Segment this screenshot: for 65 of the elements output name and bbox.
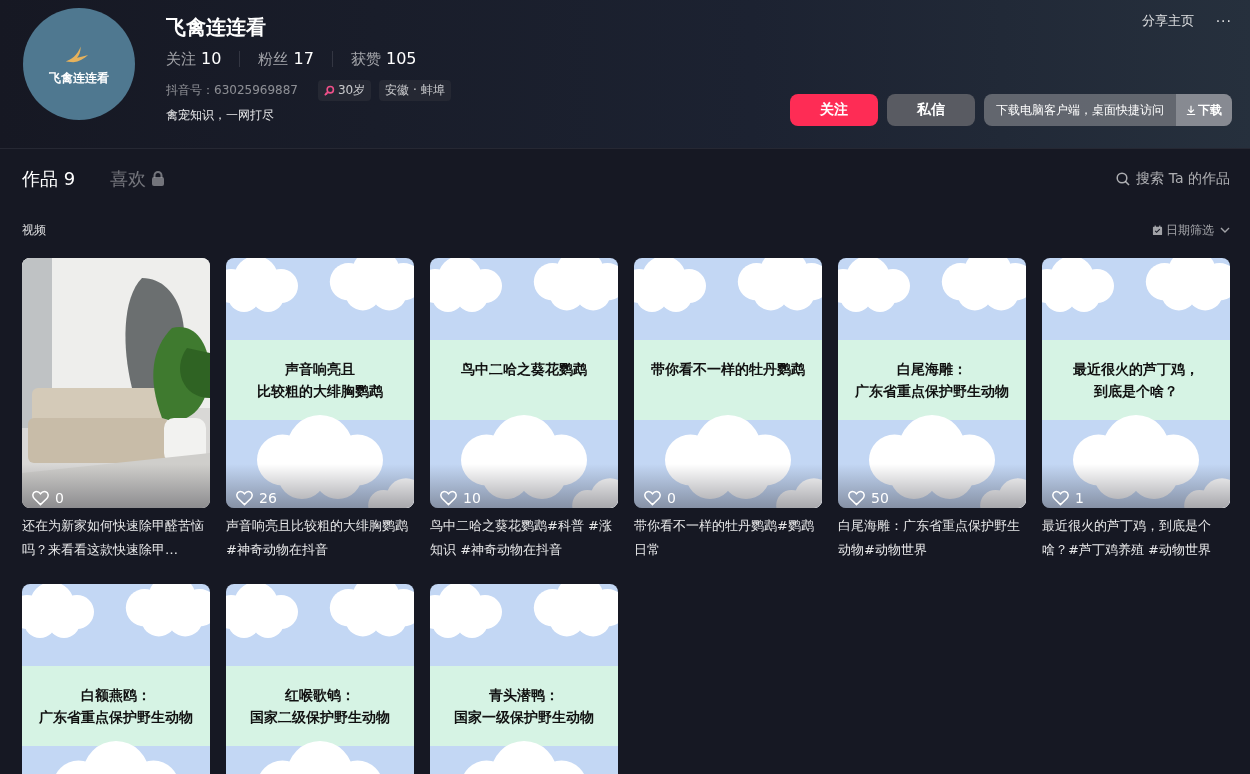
stat-count[interactable]: 粉丝 17 xyxy=(258,49,314,69)
more-button[interactable]: ··· xyxy=(1215,13,1232,29)
cover-text: 鸟中二哈之葵花鹦鹉 xyxy=(461,360,587,379)
cover-text: 国家二级保护野生动物 xyxy=(250,708,390,727)
cover-text: 红喉歌鸲： xyxy=(285,686,355,705)
download-icon xyxy=(1186,105,1196,115)
follow-button[interactable]: 关注 xyxy=(790,94,878,126)
video-caption: 最近很火的芦丁鸡，到底是个啥？#芦丁鸡养殖 #动物世界 xyxy=(1042,517,1212,559)
heart-icon xyxy=(236,490,253,506)
cover-text: 带你看不一样的牡丹鹦鹉 xyxy=(651,360,805,379)
profile-name: 飞禽连连看 xyxy=(166,15,267,39)
cover-text: 声音响亮且 xyxy=(285,360,355,379)
profile-tag: 安徽 · 蚌埠 xyxy=(379,80,451,101)
search-link[interactable]: 搜索 Ta 的作品 xyxy=(1116,170,1230,188)
video-card[interactable]: 红喉歌鸲： 国家二级保护野生动物 xyxy=(226,584,414,774)
video-card[interactable]: 声音响亮且 比较粗的大绯胸鹦鹉 26 声音响亮且比较粗的大绯胸鹦鹉#神奇动物在抖音 xyxy=(226,258,414,562)
tab[interactable]: 喜欢 xyxy=(110,167,166,191)
like-count: 26 xyxy=(259,490,277,506)
video-card[interactable]: 带你看不一样的牡丹鹦鹉 0 带你看不一样的牡丹鹦鹉#鹦鹉日常 xyxy=(634,258,822,562)
avatar-text: 飞禽连连看 xyxy=(49,70,109,87)
cover-text: 广东省重点保护野生动物 xyxy=(855,382,1009,401)
cover-text: 国家一级保护野生动物 xyxy=(454,708,594,727)
like-count: 0 xyxy=(667,490,676,506)
download-text: 下载电脑客户端，桌面快捷访问 xyxy=(995,101,1165,119)
cover-text: 最近很火的芦丁鸡， xyxy=(1073,360,1199,379)
date-filter[interactable]: 日期筛选 xyxy=(1152,221,1230,239)
video-card[interactable]: 0 还在为新家如何快速除甲醛苦恼吗？来看看这款快速除甲… xyxy=(22,258,210,562)
video-caption: 声音响亮且比较粗的大绯胸鹦鹉#神奇动物在抖音 xyxy=(226,517,409,559)
calendar-icon xyxy=(1152,224,1163,236)
section-title: 视频 xyxy=(22,221,46,239)
profile-tag: 30岁 xyxy=(318,80,372,101)
profile-bio: 禽宠知识，一网打尽 xyxy=(166,107,275,124)
cover-text: 到底是个啥？ xyxy=(1094,382,1178,401)
video-card[interactable]: 最近很火的芦丁鸡， 到底是个啥？ 1 最近很火的芦丁鸡，到底是个啥？#芦丁鸡养殖 #动物世界 xyxy=(1042,258,1230,562)
stat-count[interactable]: 关注 10 xyxy=(166,49,222,69)
stat-count[interactable]: 获赞 105 xyxy=(350,49,417,69)
heart-icon xyxy=(1052,490,1069,506)
heart-icon xyxy=(32,490,49,506)
video-card[interactable]: 鸟中二哈之葵花鹦鹉 10 鸟中二哈之葵花鹦鹉#科普 #涨知识 #神奇动物在抖音 xyxy=(430,258,618,562)
video-caption: 还在为新家如何快速除甲醛苦恼吗？来看看这款快速除甲… xyxy=(22,517,205,559)
share-link[interactable]: 分享主页 xyxy=(1141,12,1194,30)
chevron-down-icon xyxy=(1220,225,1230,235)
video-caption: 白尾海雕：广东省重点保护野生动物#动物世界 xyxy=(838,517,1021,559)
video-caption: 带你看不一样的牡丹鹦鹉#鹦鹉日常 xyxy=(634,517,815,559)
message-button[interactable]: 私信 xyxy=(887,94,975,126)
like-count: 10 xyxy=(463,490,481,506)
cover-text: 白尾海雕： xyxy=(897,360,967,379)
tab[interactable]: 作品 9 xyxy=(22,167,76,191)
video-caption: 鸟中二哈之葵花鹦鹉#科普 #涨知识 #神奇动物在抖音 xyxy=(430,517,613,559)
heart-icon xyxy=(848,490,865,506)
account-id: 抖音号：63025969887 xyxy=(166,82,298,99)
like-count: 1 xyxy=(1075,490,1084,506)
cover-text: 青头潜鸭： xyxy=(489,686,559,705)
heart-icon xyxy=(440,490,457,506)
video-card[interactable]: 白额燕鸥： 广东省重点保护野生动物 xyxy=(22,584,210,774)
search-icon xyxy=(1116,172,1131,186)
cover-text: 广东省重点保护野生动物 xyxy=(39,708,193,727)
heart-icon xyxy=(644,490,661,506)
cover-text: 比较粗的大绯胸鹦鹉 xyxy=(257,382,383,401)
video-card[interactable]: 青头潜鸭： 国家一级保护野生动物 xyxy=(430,584,618,774)
cover-text: 白额燕鸥： xyxy=(81,686,151,705)
female-icon xyxy=(324,85,335,96)
like-count: 50 xyxy=(871,490,889,506)
video-card[interactable]: 白尾海雕： 广东省重点保护野生动物 50 白尾海雕：广东省重点保护野生动物#动物世界 xyxy=(838,258,1026,562)
like-count: 0 xyxy=(55,490,64,506)
